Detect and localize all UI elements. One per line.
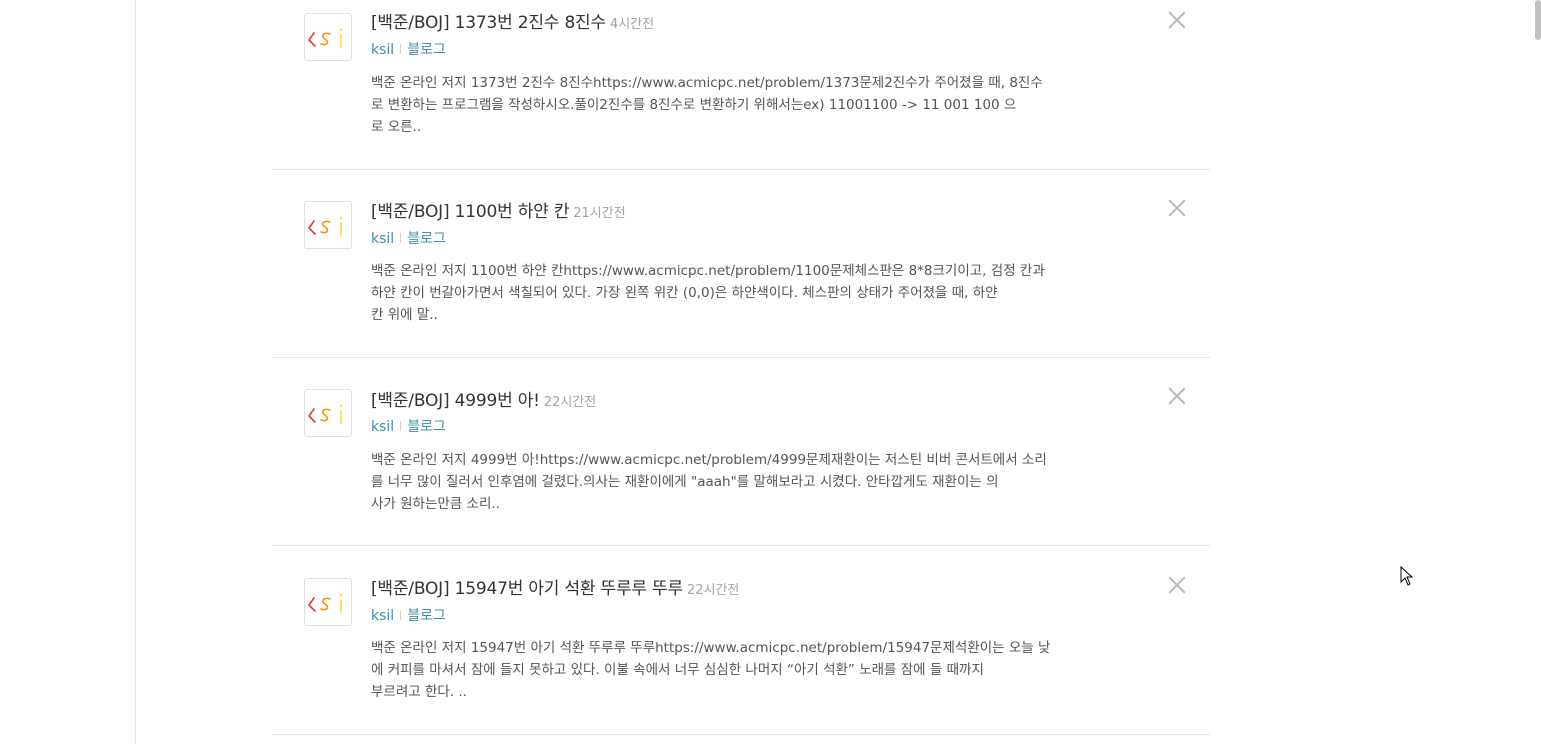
post-meta: ksil 블로그 <box>371 418 446 436</box>
close-icon[interactable] <box>1168 387 1186 405</box>
post-category-link[interactable]: 블로그 <box>407 231 446 247</box>
excerpt-line: 로 오른.. <box>371 119 422 135</box>
close-icon[interactable] <box>1168 576 1186 594</box>
close-icon[interactable] <box>1168 199 1186 217</box>
excerpt-line: 백준 온라인 저지 15947번 아기 석환 뚜루루 뚜루https://www… <box>371 640 1051 656</box>
post-time: 22시간전 <box>686 583 740 598</box>
ksi-logo-icon[interactable] <box>304 201 352 249</box>
excerpt-line: 칸 위에 말.. <box>371 307 438 323</box>
post-excerpt[interactable]: 백준 온라인 저지 1373번 2진수 8진수https://www.acmic… <box>371 72 1123 138</box>
feed-item: [백준/BOJ] 1100번 하얀 칸 21시간전 ksil 블로그 백준 온라인 … <box>272 170 1210 358</box>
post-title[interactable]: [백준/BOJ] 1100번 하얀 칸 <box>371 202 569 222</box>
post-title-line: [백준/BOJ] 1100번 하얀 칸 21시간전 <box>371 201 626 225</box>
post-author-link[interactable]: ksil <box>371 42 394 58</box>
ksi-logo-icon[interactable] <box>304 389 352 437</box>
post-excerpt[interactable]: 백준 온라인 저지 4999번 아!https://www.acmicpc.ne… <box>371 449 1123 515</box>
excerpt-line: 에 커피를 마셔서 잠에 들지 못하고 있다. 이불 속에서 너무 심심한 나머… <box>371 662 984 678</box>
feed-item: [백준/BOJ] 15947번 아기 석환 뚜루루 뚜루 22시간전 ksil 블로… <box>272 547 1210 735</box>
meta-separator <box>400 233 402 243</box>
post-excerpt[interactable]: 백준 온라인 저지 1100번 하얀 칸https://www.acmicpc.… <box>371 260 1123 326</box>
meta-separator <box>400 44 402 54</box>
feed-item: [백준/BOJ] 4999번 아! 22시간전 ksil 블로그 백준 온라인 저지… <box>272 358 1210 546</box>
ksi-logo-icon[interactable] <box>304 13 352 61</box>
meta-separator <box>400 610 402 620</box>
post-title-line: [백준/BOJ] 1373번 2진수 8진수 4시간전 <box>371 12 654 36</box>
post-author-link[interactable]: ksil <box>371 608 394 624</box>
post-time: 21시간전 <box>573 206 626 221</box>
feed-item: [백준/BOJ] 1373번 2진수 8진수 4시간전 ksil 블로그 백준 온라… <box>272 0 1210 170</box>
post-time: 22시간전 <box>543 395 597 410</box>
post-category-link[interactable]: 블로그 <box>407 608 446 624</box>
post-meta: ksil 블로그 <box>371 607 446 625</box>
mouse-pointer-icon <box>1400 565 1414 586</box>
ksi-logo-icon[interactable] <box>304 578 352 626</box>
post-time: 4시간전 <box>609 17 655 32</box>
excerpt-line: 를 너무 많이 질러서 인후염에 걸렸다.의사는 재환이에게 "aaah"를 말… <box>371 474 999 490</box>
meta-separator <box>400 421 402 431</box>
excerpt-line: 부르려고 한다. .. <box>371 684 467 700</box>
excerpt-line: 로 변환하는 프로그램을 작성하시오.풀이2진수를 8진수로 변환하기 위해서는… <box>371 97 1017 113</box>
post-author-link[interactable]: ksil <box>371 419 394 435</box>
post-meta: ksil 블로그 <box>371 41 446 59</box>
post-excerpt[interactable]: 백준 온라인 저지 15947번 아기 석환 뚜루루 뚜루https://www… <box>371 637 1123 703</box>
post-title[interactable]: [백준/BOJ] 1373번 2진수 8진수 <box>371 13 606 33</box>
post-category-link[interactable]: 블로그 <box>407 419 446 435</box>
post-category-link[interactable]: 블로그 <box>407 42 446 58</box>
post-meta: ksil 블로그 <box>371 230 446 248</box>
post-title[interactable]: [백준/BOJ] 4999번 아! <box>371 391 540 411</box>
post-title[interactable]: [백준/BOJ] 15947번 아기 석환 뚜루루 뚜루 <box>371 579 683 599</box>
post-author-link[interactable]: ksil <box>371 231 394 247</box>
excerpt-line: 백준 온라인 저지 1100번 하얀 칸https://www.acmicpc.… <box>371 263 1045 279</box>
excerpt-line: 백준 온라인 저지 1373번 2진수 8진수https://www.acmic… <box>371 75 1043 91</box>
close-icon[interactable] <box>1168 11 1186 29</box>
post-title-line: [백준/BOJ] 4999번 아! 22시간전 <box>371 390 596 414</box>
excerpt-line: 사가 원하는만큼 소리.. <box>371 496 500 512</box>
scrollbar-thumb[interactable] <box>1535 0 1541 40</box>
excerpt-line: 하얀 칸이 번갈아가면서 색칠되어 있다. 가장 왼쪽 위칸 (0,0)은 하얀… <box>371 285 998 301</box>
excerpt-line: 백준 온라인 저지 4999번 아!https://www.acmicpc.ne… <box>371 452 1047 468</box>
page: [백준/BOJ] 1373번 2진수 8진수 4시간전 ksil 블로그 백준 온라… <box>0 0 1541 744</box>
left-column-divider <box>135 0 136 744</box>
post-title-line: [백준/BOJ] 15947번 아기 석환 뚜루루 뚜루 22시간전 <box>371 578 739 602</box>
